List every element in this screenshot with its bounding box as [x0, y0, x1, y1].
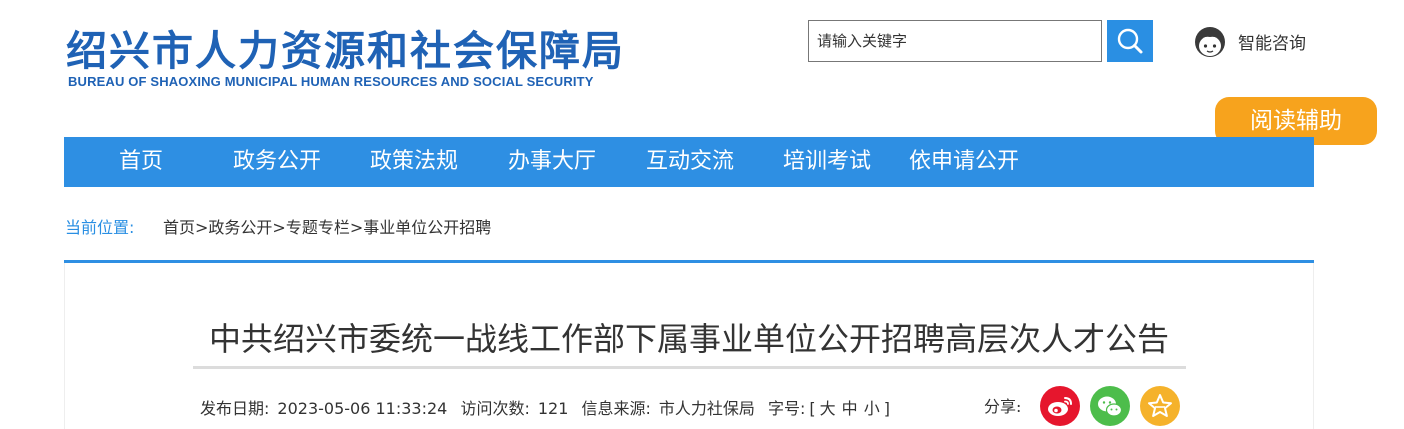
visit-count: 121	[537, 399, 569, 418]
nav-item-training-exams[interactable]: 培训考试	[783, 137, 871, 187]
share-favorite-button[interactable]	[1140, 386, 1180, 426]
wechat-icon	[1098, 396, 1123, 417]
font-size-medium[interactable]: 中	[842, 399, 858, 418]
search-icon	[1117, 28, 1143, 54]
favorite-star-icon	[1148, 394, 1172, 417]
article-meta: 发布日期: 2023-05-06 11:33:24 访问次数: 121 信息来源: 市…	[200, 395, 906, 419]
breadcrumb[interactable]: 首页>政务公开>专题专栏>事业单位公开招聘	[163, 214, 491, 238]
breadcrumb-label: 当前位置:	[65, 218, 135, 237]
nav-item-service-hall[interactable]: 办事大厅	[508, 137, 596, 187]
info-source-label: 信息来源:	[581, 399, 651, 418]
font-size-label: 字号:	[768, 399, 806, 418]
ai-consult-label: 智能咨询	[1238, 34, 1306, 54]
site-logo-chinese[interactable]: 绍兴市人力资源和社会保障局	[66, 26, 625, 76]
nav-item-gov-affairs[interactable]: 政务公开	[233, 137, 321, 187]
robot-avatar-icon	[1195, 27, 1225, 57]
font-size-control: 字号:[大中小]	[768, 399, 898, 418]
weibo-icon	[1048, 397, 1072, 416]
font-size-small[interactable]: 小	[864, 399, 880, 418]
info-source: 市人力社保局	[658, 399, 755, 418]
main-nav: 首页 政务公开 政策法规 办事大厅 互动交流 培训考试 依申请公开	[64, 137, 1314, 187]
share-wechat-button[interactable]	[1090, 386, 1130, 426]
font-size-bracket-close: ]	[883, 399, 890, 418]
nav-item-policies[interactable]: 政策法规	[370, 137, 458, 187]
search-input[interactable]	[808, 20, 1102, 62]
nav-item-home[interactable]: 首页	[119, 137, 163, 187]
font-size-bracket-open: [	[809, 399, 816, 418]
publish-date-label: 发布日期:	[200, 399, 270, 418]
title-divider	[193, 366, 1186, 369]
share-label: 分享:	[984, 397, 1022, 416]
nav-item-info-request[interactable]: 依申请公开	[909, 137, 1019, 187]
nav-item-interaction[interactable]: 互动交流	[646, 137, 734, 187]
font-size-large[interactable]: 大	[820, 399, 836, 418]
share-weibo-button[interactable]	[1040, 386, 1080, 426]
search-button[interactable]	[1107, 20, 1153, 62]
visit-count-label: 访问次数:	[460, 399, 530, 418]
publish-date: 2023-05-06 11:33:24	[277, 399, 448, 418]
site-logo-english[interactable]: BUREAU OF SHAOXING MUNICIPAL HUMAN RESOU…	[68, 74, 594, 90]
article-title: 中共绍兴市委统一战线工作部下属事业单位公开招聘高层次人才公告	[208, 320, 1169, 358]
